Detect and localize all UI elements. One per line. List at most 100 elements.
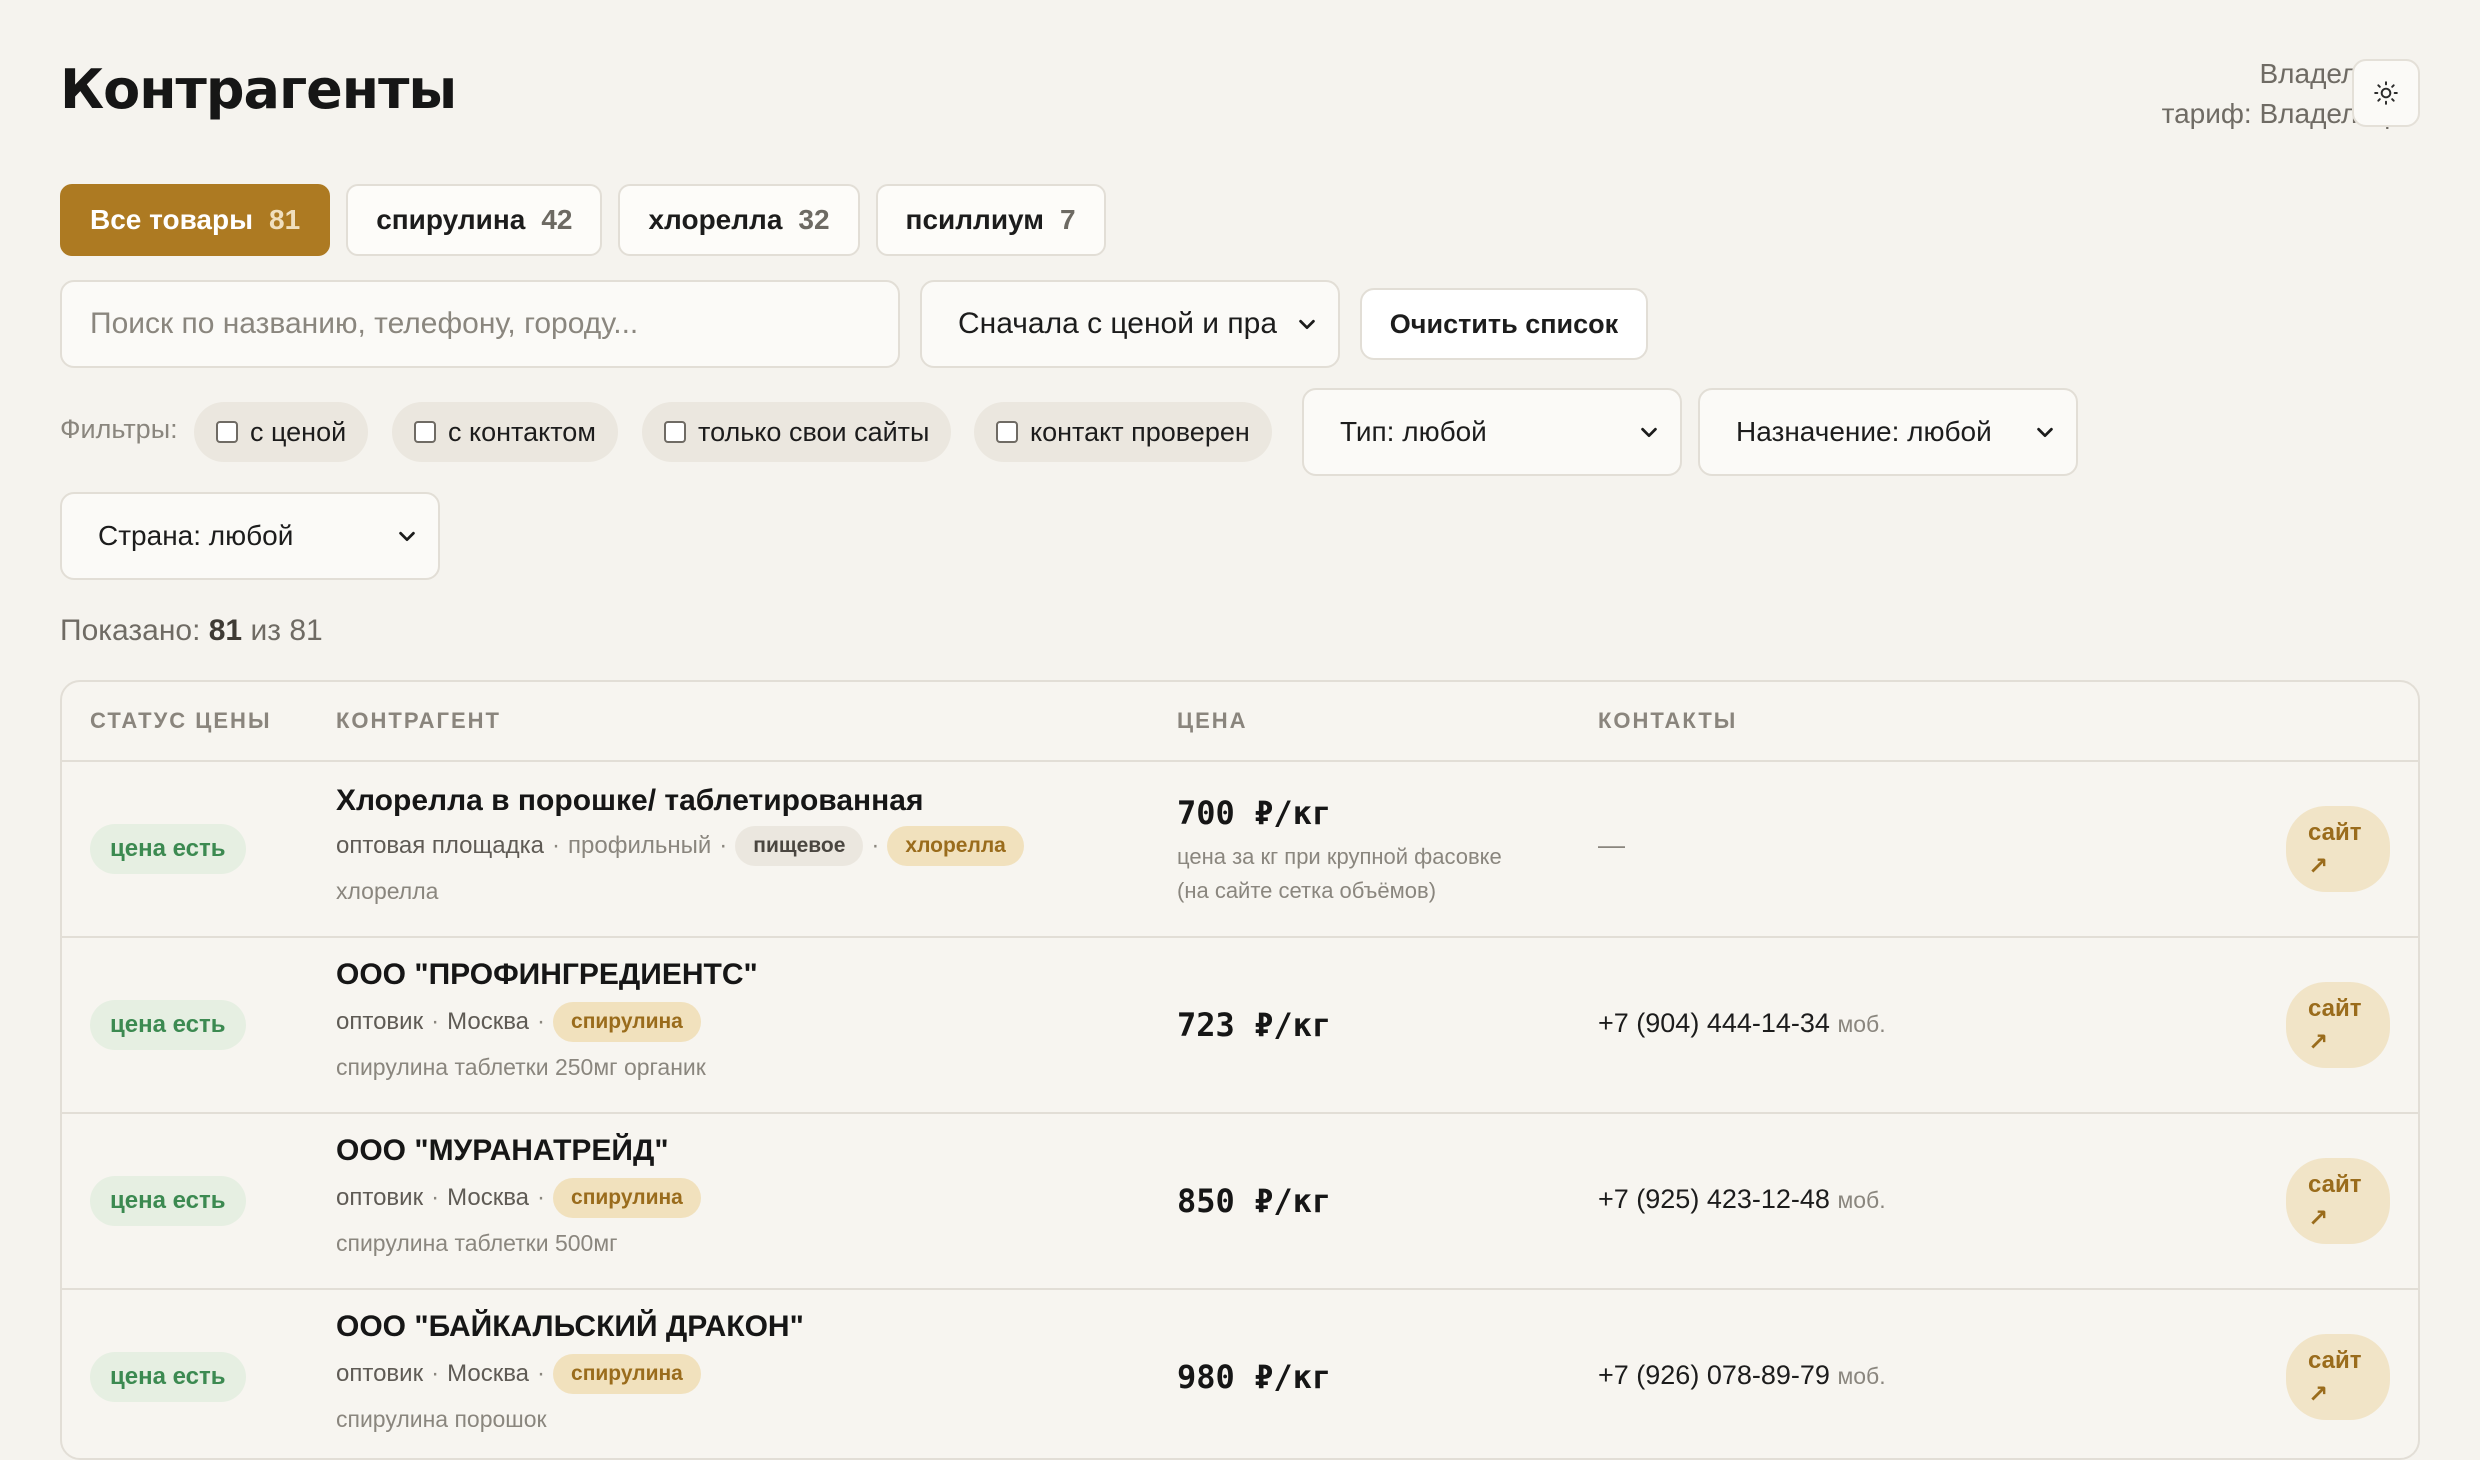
site-link-button[interactable]: сайт ↗ <box>2286 806 2390 892</box>
tab-count: 7 <box>1059 204 1076 235</box>
contractor-city: Москва <box>447 1360 530 1387</box>
price-note: цена за кг при крупной фасовке (на сайте… <box>1177 840 1502 908</box>
price-value: 850 ₽/кг <box>1177 1182 1332 1220</box>
contractor-profile: профильный <box>568 832 712 859</box>
price-value: 700 ₽/кг <box>1177 794 1332 832</box>
contractor-description: хлорелла <box>336 878 439 904</box>
filter-contact-verified[interactable]: контакт проверен <box>974 402 1272 462</box>
theme-toggle-button[interactable] <box>2352 59 2420 127</box>
shown-number: 81 <box>208 614 243 647</box>
chevron-down-icon <box>2037 427 2053 438</box>
table-row[interactable]: цена есть ООО "БАЙКАЛЬСКИЙ ДРАКОН" оптов… <box>62 1290 2418 1458</box>
contractor-type: оптовик <box>336 1184 424 1211</box>
column-header-contacts: КОНТАКТЫ <box>1598 708 1738 733</box>
contractor-name: Хлорелла в порошке/ таблетированная <box>336 784 924 817</box>
checkbox[interactable] <box>996 421 1018 443</box>
contractor-description: спирулина таблетки 250мг органик <box>336 1054 706 1080</box>
tab-all-products[interactable]: Все товары 81 <box>60 184 331 256</box>
category-tag: пищевое <box>735 826 864 866</box>
table-row[interactable]: цена есть ООО "ПРОФИНГРЕДИЕНТС" оптовик … <box>62 938 2418 1114</box>
contractor-meta: оптовая площадка · профильный · пищевое … <box>336 826 1024 866</box>
filter-label: контакт проверен <box>1030 416 1250 447</box>
shown-prefix: Показано: <box>60 614 201 647</box>
contact-phone: +7 (904) 444-14-34 моб. <box>1598 1008 1886 1039</box>
product-tag: хлорелла <box>887 826 1024 866</box>
product-tag: спирулина <box>553 1002 701 1042</box>
product-tag: спирулина <box>553 1354 701 1394</box>
tab-count: 81 <box>269 204 301 235</box>
contractor-name: ООО "МУРАНАТРЕЙД" <box>336 1134 669 1167</box>
site-link-button[interactable]: сайт ↗ <box>2286 1334 2390 1420</box>
site-label: сайт <box>2308 819 2362 846</box>
contractor-name: ООО "БАЙКАЛЬСКИЙ ДРАКОН" <box>336 1310 804 1343</box>
page-title: Контрагенты <box>60 58 457 121</box>
price-note-line: (на сайте сетка объёмов) <box>1177 878 1437 903</box>
external-link-icon: ↗ <box>2308 853 2329 880</box>
country-value: Страна: любой <box>98 520 294 551</box>
contractor-meta: оптовик · Москва · спирулина <box>336 1354 701 1394</box>
contractor-city: Москва <box>447 1184 530 1211</box>
site-label: сайт <box>2308 1171 2362 1198</box>
purpose-value: Назначение: любой <box>1736 416 1992 447</box>
search-placeholder: Поиск по названию, телефону, городу... <box>90 307 639 340</box>
country-select[interactable]: Страна: любой <box>60 492 440 580</box>
app-root: Контрагенты Владелец тариф: Владелец Все… <box>0 0 2480 1460</box>
checkbox[interactable] <box>664 421 686 443</box>
contractor-type: оптовик <box>336 1360 424 1387</box>
sort-select[interactable]: Сначала с ценой и пра <box>920 280 1340 368</box>
column-header-status: СТАТУС ЦЕНЫ <box>90 708 272 733</box>
product-tag: спирулина <box>553 1178 701 1218</box>
filter-own-sites[interactable]: только свои сайты <box>642 402 952 462</box>
table-row[interactable]: цена есть ООО "МУРАНАТРЕЙД" оптовик · Мо… <box>62 1114 2418 1290</box>
table-row[interactable]: цена есть Хлорелла в порошке/ таблетиров… <box>62 762 2418 938</box>
status-badge: цена есть <box>90 824 246 874</box>
site-link-button[interactable]: сайт ↗ <box>2286 1158 2390 1244</box>
phone-kind: моб. <box>1837 1011 1886 1037</box>
price-value: 723 ₽/кг <box>1177 1006 1332 1044</box>
site-link-button[interactable]: сайт ↗ <box>2286 982 2390 1068</box>
contractor-description: спирулина таблетки 500мг <box>336 1230 618 1256</box>
chevron-down-icon <box>399 531 415 542</box>
tab-label: Все товары <box>90 204 254 235</box>
search-input[interactable]: Поиск по названию, телефону, городу... <box>60 280 900 368</box>
contractor-name: ООО "ПРОФИНГРЕДИЕНТС" <box>336 958 758 991</box>
shown-count: Показано: 81 из 81 <box>60 614 323 648</box>
filter-with-price[interactable]: с ценой <box>194 402 369 462</box>
chevron-down-icon <box>1299 319 1315 330</box>
tab-psyllium[interactable]: псиллиум 7 <box>875 184 1106 256</box>
sort-value: Сначала с ценой и пра <box>958 307 1278 340</box>
product-tabs: Все товары 81 спирулина 42 хлорелла 32 п… <box>60 184 1106 256</box>
status-badge: цена есть <box>90 1000 246 1050</box>
sun-icon <box>2374 81 2398 105</box>
purpose-select[interactable]: Назначение: любой <box>1698 388 2078 476</box>
status-badge: цена есть <box>90 1352 246 1402</box>
phone-kind: моб. <box>1837 1187 1886 1213</box>
filter-label: с контактом <box>448 416 596 447</box>
filter-label: с ценой <box>250 416 347 447</box>
filter-with-contact[interactable]: с контактом <box>392 402 618 462</box>
phone-number[interactable]: +7 (925) 423-12-48 <box>1598 1184 1830 1214</box>
shown-suffix: из 81 <box>250 614 323 647</box>
phone-number[interactable]: +7 (926) 078-89-79 <box>1598 1360 1830 1390</box>
clear-list-button[interactable]: Очистить список <box>1360 288 1648 360</box>
tab-chlorella[interactable]: хлорелла 32 <box>618 184 860 256</box>
contact-phone: +7 (925) 423-12-48 моб. <box>1598 1184 1886 1215</box>
tab-label: спирулина <box>376 204 526 235</box>
checkbox[interactable] <box>414 421 436 443</box>
contractors-table: СТАТУС ЦЕНЫ КОНТРАГЕНТ ЦЕНА КОНТАКТЫ цен… <box>60 680 2420 1460</box>
contractor-meta: оптовик · Москва · спирулина <box>336 1002 701 1042</box>
filters-label: Фильтры: <box>60 414 178 444</box>
external-link-icon: ↗ <box>2308 1381 2329 1408</box>
contractor-description: спирулина порошок <box>336 1406 547 1432</box>
column-header-price: ЦЕНА <box>1177 708 1248 733</box>
contractor-meta: оптовик · Москва · спирулина <box>336 1178 701 1218</box>
phone-number[interactable]: +7 (904) 444-14-34 <box>1598 1008 1830 1038</box>
tab-count: 32 <box>798 204 830 235</box>
type-select[interactable]: Тип: любой <box>1302 388 1682 476</box>
checkbox[interactable] <box>216 421 238 443</box>
tab-spirulina[interactable]: спирулина 42 <box>346 184 603 256</box>
tab-label: хлорелла <box>648 204 783 235</box>
site-label: сайт <box>2308 1347 2362 1374</box>
price-value: 980 ₽/кг <box>1177 1358 1332 1396</box>
tab-label: псиллиум <box>905 204 1044 235</box>
